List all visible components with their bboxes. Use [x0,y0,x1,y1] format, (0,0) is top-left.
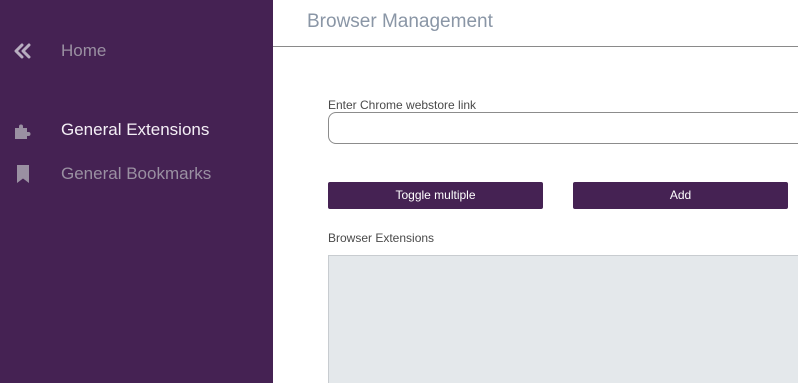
webstore-link-input[interactable] [328,112,798,144]
sidebar-item-label: General Bookmarks [61,164,212,183]
toggle-multiple-button[interactable]: Toggle multiple [328,182,543,209]
puzzle-icon [12,120,34,140]
sidebar-item-label: Home [61,41,107,60]
app-window: Home General Extensions General Bookmark… [0,0,798,383]
browser-extensions-label: Browser Extensions [328,231,435,245]
browser-extensions-list[interactable] [328,255,798,383]
sidebar: Home General Extensions General Bookmark… [0,0,273,383]
page-title: Browser Management [307,11,493,32]
add-button[interactable]: Add [573,182,788,209]
double-chevron-left-icon [12,41,34,61]
page-header: Browser Management [273,0,798,47]
sidebar-item-general-extensions[interactable]: General Extensions [0,112,273,148]
sidebar-item-label: General Extensions [61,120,210,139]
sidebar-item-home[interactable]: Home [0,33,273,69]
webstore-link-label: Enter Chrome webstore link [328,98,477,112]
sidebar-item-general-bookmarks[interactable]: General Bookmarks [0,156,273,192]
bookmark-icon [12,164,34,184]
